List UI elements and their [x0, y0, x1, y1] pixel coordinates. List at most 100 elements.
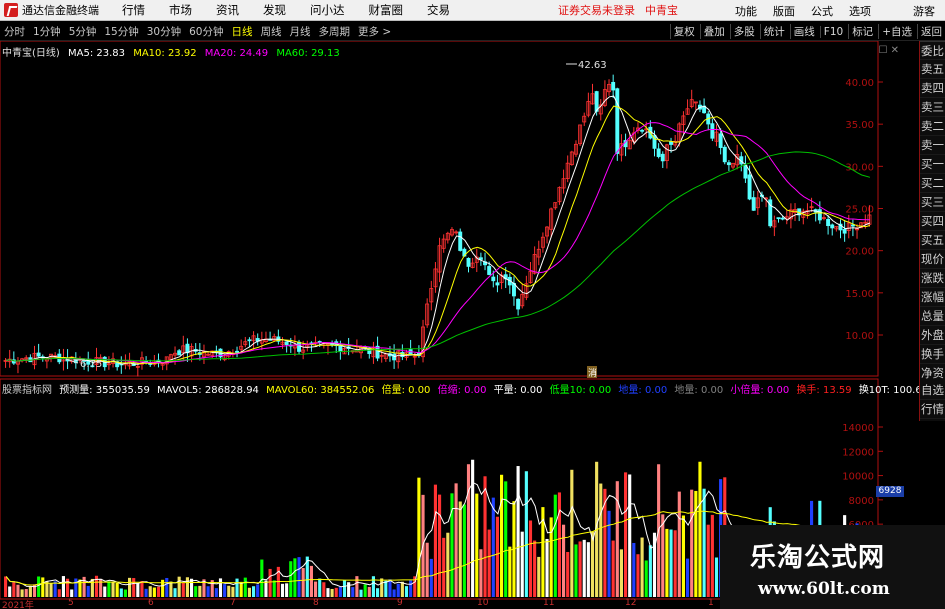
price-tick-label: 40.00 [845, 78, 874, 89]
volume-bar [330, 588, 334, 597]
menu-gongneng[interactable]: 功能 [727, 3, 765, 19]
tool-f10[interactable]: F10 [819, 25, 846, 38]
tool-fuquan[interactable]: 复权 [669, 24, 698, 39]
menu-jiaoyi[interactable]: 交易 [415, 2, 462, 18]
tool-back[interactable]: 返回 [917, 24, 945, 39]
price-tick-label: 15.00 [845, 289, 874, 300]
volume-bar [156, 586, 161, 597]
guest-button[interactable]: 游客 [905, 3, 945, 19]
ma-legend: 中青宝(日线) MA5: 23.83 MA10: 23.92 MA20: 24.… [2, 44, 345, 59]
candle-body [615, 88, 620, 154]
volume-bar [632, 542, 636, 597]
menu-zixun[interactable]: 资讯 [204, 2, 251, 18]
period-5min[interactable]: 5分钟 [65, 24, 101, 39]
price-tick-label: 10.00 [845, 331, 874, 342]
candle-body [726, 162, 731, 166]
menu-wenxiaoda[interactable]: 问小达 [298, 2, 357, 18]
tab-buy1[interactable]: 买一 [920, 155, 945, 174]
menu-banmian[interactable]: 版面 [765, 3, 803, 19]
menu-bar: 通达信金融终端 行情 市场 资讯 发现 问小达 财富圈 交易 证券交易未登录 中… [0, 0, 945, 21]
tab-buy4[interactable]: 买四 [920, 212, 945, 231]
volume-bar [669, 529, 673, 597]
chart-settings-icon[interactable]: ☐ ✕ [878, 45, 899, 56]
tool-add-watchlist[interactable]: +自选 [878, 24, 915, 39]
menu-faxian[interactable]: 发现 [251, 2, 298, 18]
vol-legend-10: 小倍量: 0.00 [730, 385, 790, 396]
period-15min[interactable]: 15分钟 [100, 24, 142, 39]
tab-sell4[interactable]: 卖四 [920, 79, 945, 98]
tab-volume[interactable]: 总量 [920, 307, 945, 326]
volume-bar [442, 537, 446, 597]
tab-sell5[interactable]: 卖五 [920, 60, 945, 79]
volume-bar [694, 490, 698, 597]
high-price-label: 42.63 [578, 60, 607, 71]
volume-bar [396, 583, 400, 597]
volume-bar [297, 557, 301, 597]
vol-legend-12: 换10T: 100.64 [858, 385, 929, 396]
volume-bar [363, 584, 367, 597]
tab-turnover[interactable]: 换手 [920, 345, 945, 364]
volume-bar [119, 588, 123, 597]
tab-outer[interactable]: 外盘 [920, 326, 945, 345]
volume-bar [322, 582, 326, 597]
kline-chart[interactable]: 40.0035.0030.0025.0020.0015.0010.00 1400… [0, 41, 918, 609]
candle-body [850, 224, 855, 227]
tool-tongji[interactable]: 统计 [759, 24, 788, 39]
volume-bar [20, 589, 24, 597]
volume-bar [347, 582, 351, 597]
price-tick-label: 35.00 [845, 120, 874, 131]
candle-body [780, 217, 785, 220]
volume-bar [128, 577, 132, 597]
volume-bar [148, 586, 152, 597]
vol-legend-2: MAVOL5: 286828.94 [157, 385, 259, 396]
period-multi[interactable]: 多周期 [315, 24, 355, 39]
period-30min[interactable]: 30分钟 [143, 24, 185, 39]
volume-bar [458, 501, 462, 597]
tab-price[interactable]: 现价 [920, 250, 945, 269]
menu-caifuquan[interactable]: 财富圈 [357, 2, 416, 18]
date-label-jun: 6 [148, 598, 154, 608]
volume-bar [624, 472, 628, 597]
period-daily[interactable]: 日线 [228, 24, 257, 39]
tab-change-pct[interactable]: 涨幅 [920, 288, 945, 307]
tool-diejia[interactable]: 叠加 [699, 24, 728, 39]
period-more[interactable]: 更多 > [354, 24, 395, 39]
tool-huaxian[interactable]: 画线 [789, 24, 818, 39]
tab-weibi[interactable]: 委比 [920, 41, 945, 60]
candle-body [830, 224, 835, 229]
login-notice[interactable]: 证券交易未登录 [558, 2, 635, 18]
volume-bar [272, 580, 276, 597]
vol-legend-0[interactable]: 股票指标网 [2, 385, 52, 396]
menu-shichang[interactable]: 市场 [157, 2, 204, 18]
tab-sell2[interactable]: 卖二 [920, 117, 945, 136]
menu-hangqing[interactable]: 行情 [110, 2, 157, 18]
volume-bar [4, 576, 8, 597]
tab-sell1[interactable]: 卖一 [920, 136, 945, 155]
volume-bar [570, 469, 574, 597]
tool-duogu[interactable]: 多股 [729, 24, 758, 39]
tab-sell3[interactable]: 卖三 [920, 98, 945, 117]
tab-market[interactable]: 行情 [920, 400, 945, 419]
tab-buy5[interactable]: 买五 [920, 231, 945, 250]
tool-biaoji[interactable]: 标记 [848, 24, 876, 39]
period-60min[interactable]: 60分钟 [185, 24, 227, 39]
period-weekly[interactable]: 周线 [257, 24, 286, 39]
volume-bar [619, 549, 623, 597]
volume-bar [338, 586, 342, 597]
tab-buy2[interactable]: 买二 [920, 174, 945, 193]
period-fenshi[interactable]: 分时 [0, 24, 29, 39]
tab-change[interactable]: 涨跌 [920, 269, 945, 288]
candle-body [747, 174, 752, 200]
menu-gongshi[interactable]: 公式 [803, 3, 841, 19]
period-monthly[interactable]: 月线 [286, 24, 315, 39]
candle-body [722, 146, 727, 163]
quote-tabs: 委比 卖五 卖四 卖三 卖二 卖一 买一 买二 买三 买四 买五 现价 涨跌 涨… [919, 41, 945, 402]
volume-bar [640, 537, 644, 597]
tab-buy3[interactable]: 买三 [920, 193, 945, 212]
period-1min[interactable]: 1分钟 [29, 24, 65, 39]
volume-bar [677, 491, 681, 597]
volume-bar [644, 560, 648, 597]
candle-body [297, 341, 302, 352]
tab-watchlist[interactable]: 自选 [920, 381, 945, 400]
menu-xuanxiang[interactable]: 选项 [841, 3, 879, 19]
